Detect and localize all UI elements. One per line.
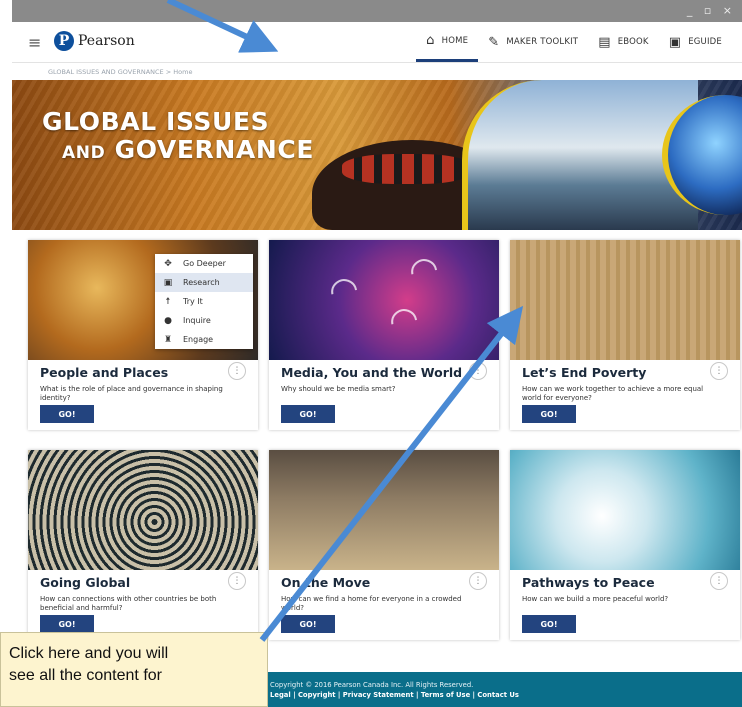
card-lets-end-poverty[interactable]: Let’s End Poverty ⋮ How can we work toge… — [510, 240, 740, 430]
nav-eguide-label: EGUIDE — [688, 37, 722, 47]
callout-line2: see all the content for — [9, 666, 162, 684]
engage-icon: ♜ — [163, 334, 173, 345]
card-question: How can connections with other countries… — [40, 595, 217, 612]
info-icon[interactable]: ⋮ — [469, 572, 487, 590]
go-button[interactable]: GO! — [281, 405, 335, 423]
hero-title: GLOBAL ISSUES AND GOVERNANCE — [42, 108, 314, 163]
hero-title-governance: GOVERNANCE — [114, 134, 315, 164]
top-nav: ⌂ HOME ✎ MAKER TOOLKIT ▤ EBOOK ▣ EGUIDE — [416, 22, 732, 62]
card-title: Media, You and the World — [281, 365, 463, 380]
card-image: ◠ ◠ ◠ — [269, 240, 499, 360]
nav-maker-toolkit[interactable]: ✎ MAKER TOOLKIT — [478, 22, 588, 62]
card-going-global[interactable]: Going Global ⋮ How can connections with … — [28, 450, 258, 640]
menu-item-label: Go Deeper — [183, 259, 226, 268]
hero-title-line1: GLOBAL ISSUES — [42, 107, 270, 136]
info-icon[interactable]: ⋮ — [710, 572, 728, 590]
book-icon: ▤ — [598, 34, 611, 50]
wifi-icon: ◠ — [405, 247, 442, 293]
pearson-logo[interactable]: P Pearson — [54, 31, 135, 51]
window-titlebar: _ ▫ × — [12, 0, 742, 22]
card-question: How can we work together to achieve a mo… — [522, 385, 704, 402]
card-image — [510, 240, 740, 360]
card-title: People and Places — [40, 365, 169, 380]
info-icon[interactable]: ⋮ — [710, 362, 728, 380]
person-icon: ☨ — [165, 296, 171, 307]
inquire-icon: ● — [164, 315, 172, 326]
callout-line1: Click here and you will — [9, 645, 169, 662]
info-icon[interactable]: ⋮ — [469, 362, 487, 380]
app-header: ≡ P Pearson ⌂ HOME ✎ MAKER TOOLKIT ▤ EBO… — [12, 22, 742, 63]
menu-item-label: Try It — [183, 297, 203, 306]
nav-home-label: HOME — [441, 35, 469, 46]
brand-name: Pearson — [78, 33, 135, 49]
hero-title-line2: AND GOVERNANCE — [62, 134, 315, 164]
card-image — [28, 450, 258, 570]
card-image — [510, 450, 740, 570]
menu-item-research[interactable]: ▣ Research — [155, 273, 253, 292]
go-button[interactable]: GO! — [281, 615, 335, 633]
nav-maker-toolkit-label: MAKER TOOLKIT — [506, 37, 579, 47]
nav-eguide[interactable]: ▣ EGUIDE — [659, 22, 732, 62]
breadcrumb[interactable]: GLOBAL ISSUES AND GOVERNANCE > Home — [48, 68, 192, 76]
card-title: On the Move — [281, 575, 371, 590]
move-icon: ✥ — [164, 258, 172, 269]
go-button[interactable]: GO! — [40, 405, 94, 423]
card-pathways-to-peace[interactable]: Pathways to Peace ⋮ How can we build a m… — [510, 450, 740, 640]
menu-item-inquire[interactable]: ● Inquire — [155, 311, 253, 330]
card-question: What is the role of place and governance… — [40, 385, 223, 402]
menu-item-label: Engage — [183, 335, 214, 344]
nav-home[interactable]: ⌂ HOME — [416, 22, 479, 62]
wifi-icon: ◠ — [385, 297, 422, 343]
card-title: Pathways to Peace — [522, 575, 655, 590]
wifi-icon: ◠ — [325, 267, 362, 313]
footer-copyright: Copyright © 2016 Pearson Canada Inc. All… — [270, 681, 474, 689]
hamburger-menu-icon[interactable]: ≡ — [28, 33, 41, 52]
hero-banner: GLOBAL ISSUES AND GOVERNANCE — [12, 80, 742, 230]
card-on-the-move[interactable]: On the Move ⋮ How can we find a home for… — [269, 450, 499, 640]
go-button[interactable]: GO! — [522, 405, 576, 423]
nav-ebook-label: EBOOK — [617, 37, 649, 47]
window-controls[interactable]: _ ▫ × — [687, 4, 736, 17]
info-icon[interactable]: ⋮ — [228, 572, 246, 590]
card-image — [269, 450, 499, 570]
card-title: Going Global — [40, 575, 131, 590]
research-icon: ▣ — [163, 277, 173, 288]
home-icon: ⌂ — [426, 33, 435, 48]
footer-text: Copyright © 2016 Pearson Canada Inc. All… — [270, 680, 519, 700]
card-options-menu: ✥ Go Deeper ▣ Research ☨ Try It ● Inquir… — [155, 254, 253, 349]
pearson-logo-icon: P — [54, 31, 74, 51]
card-media-you-and-the-world[interactable]: ◠ ◠ ◠ Media, You and the World ⋮ Why sho… — [269, 240, 499, 430]
menu-item-label: Inquire — [183, 316, 211, 325]
wrench-icon: ✎ — [488, 34, 500, 50]
nav-ebook[interactable]: ▤ EBOOK — [588, 22, 659, 62]
annotation-callout: Click here and you will see all the cont… — [0, 632, 268, 707]
guide-icon: ▣ — [668, 34, 682, 50]
menu-item-go-deeper[interactable]: ✥ Go Deeper — [155, 254, 253, 273]
menu-item-label: Research — [183, 278, 220, 287]
go-button[interactable]: GO! — [522, 615, 576, 633]
card-question: How can we find a home for everyone in a… — [281, 595, 462, 612]
go-button[interactable]: GO! — [40, 615, 94, 633]
menu-item-try-it[interactable]: ☨ Try It — [155, 292, 253, 311]
card-title: Let’s End Poverty — [522, 365, 647, 380]
menu-item-engage[interactable]: ♜ Engage — [155, 330, 253, 349]
hero-title-and: AND — [62, 142, 106, 163]
info-icon[interactable]: ⋮ — [228, 362, 246, 380]
card-question: Why should we be media smart? — [281, 385, 396, 393]
card-question: How can we build a more peaceful world? — [522, 595, 669, 603]
footer-links[interactable]: Legal | Copyright | Privacy Statement | … — [270, 690, 519, 700]
